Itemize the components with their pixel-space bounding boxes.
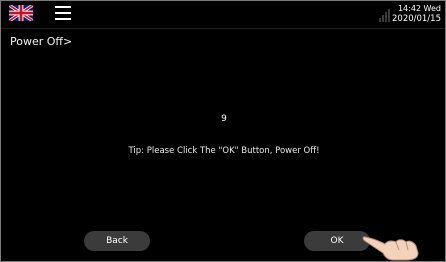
top-bar: 14:42 Wed 2020/01/15 xyxy=(1,1,445,29)
pointing-hand-icon xyxy=(362,236,419,261)
screen-frame: 14:42 Wed 2020/01/15 Power Off> 9 Tip: P… xyxy=(0,0,446,262)
tip-text: Tip: Please Click The "OK" Button, Power… xyxy=(128,146,320,156)
clock: 14:42 Wed 2020/01/15 xyxy=(381,3,441,25)
uk-flag-icon[interactable] xyxy=(9,5,33,21)
page-title: Power Off> xyxy=(10,35,73,48)
countdown-value: 9 xyxy=(221,114,227,124)
date-text: 2020/01/15 xyxy=(392,14,441,24)
back-button[interactable]: Back xyxy=(84,231,150,251)
hamburger-menu-icon[interactable] xyxy=(55,6,71,20)
time-text: 14:42 Wed xyxy=(397,4,441,13)
